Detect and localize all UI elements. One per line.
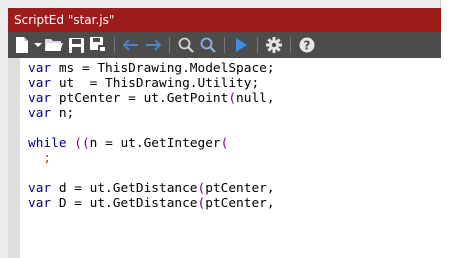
code-token: ptCenter,	[205, 181, 275, 196]
arrow-right-icon[interactable]	[142, 34, 164, 56]
scripted-window: ScriptEd "star.js" ? var ms = ThisDrawin…	[0, 0, 441, 258]
toolbar-separator	[224, 37, 225, 53]
search-next-icon[interactable]	[197, 34, 219, 56]
code-token: var	[28, 61, 52, 76]
toolbar-separator	[114, 37, 115, 53]
toolbar-separator	[290, 37, 291, 53]
code-token: ptCenter = ut.GetPoint	[51, 91, 229, 106]
code-token: (	[220, 136, 229, 151]
code-line[interactable]	[28, 166, 441, 181]
code-line[interactable]: var ptCenter = ut.GetPoint(null,	[28, 91, 441, 106]
window-title: ScriptEd "star.js"	[8, 8, 441, 32]
chevron-down-icon[interactable]	[33, 34, 43, 56]
code-line[interactable]: var ms = ThisDrawing.ModelSpace;	[28, 61, 441, 76]
code-line[interactable]: var d = ut.GetDistance(ptCenter,	[28, 181, 441, 196]
code-token: var	[28, 106, 52, 121]
code-token: n;	[51, 106, 75, 121]
arrow-left-icon[interactable]	[120, 34, 142, 56]
help-icon[interactable]: ?	[296, 34, 318, 56]
code-token: ;	[43, 151, 52, 166]
code-token: var	[28, 181, 52, 196]
code-token: ms = ThisDrawing.ModelSpace;	[51, 61, 275, 76]
code-token: while	[28, 136, 75, 151]
new-file-icon[interactable]	[11, 34, 33, 56]
gear-icon[interactable]	[263, 34, 285, 56]
code-token: var	[28, 76, 52, 91]
code-text[interactable]: var ms = ThisDrawing.ModelSpace; var ut =…	[20, 58, 441, 211]
code-token: ptCenter,	[205, 196, 275, 211]
code-line[interactable]: var D = ut.GetDistance(ptCenter,	[28, 196, 441, 211]
code-line[interactable]: var ut = ThisDrawing.Utility;	[28, 76, 441, 91]
code-token: D = ut.GetDistance	[51, 196, 198, 211]
code-token: d = ut.GetDistance	[51, 181, 198, 196]
code-line[interactable]: ;	[28, 151, 441, 166]
code-line[interactable]: var n;	[28, 106, 441, 121]
toolbar: ?	[8, 32, 441, 58]
code-token: var	[28, 196, 52, 211]
play-icon[interactable]	[230, 34, 252, 56]
svg-text:?: ?	[304, 39, 311, 53]
code-token: ((	[74, 136, 90, 151]
code-token: var	[28, 91, 52, 106]
code-token: (	[228, 91, 237, 106]
toolbar-separator	[257, 37, 258, 53]
code-line[interactable]: while ((n = ut.GetInteger(	[28, 136, 441, 151]
save-as-icon[interactable]	[87, 34, 109, 56]
search-icon[interactable]	[175, 34, 197, 56]
code-token: n = ut.GetInteger	[89, 136, 221, 151]
open-folder-icon[interactable]	[43, 34, 65, 56]
code-token: ut = ThisDrawing.Utility;	[51, 76, 260, 91]
code-line[interactable]	[28, 121, 441, 136]
save-icon[interactable]	[65, 34, 87, 56]
code-token: null,	[236, 91, 275, 106]
toolbar-separator	[169, 37, 170, 53]
code-editor[interactable]: var ms = ThisDrawing.ModelSpace; var ut =…	[8, 58, 441, 258]
